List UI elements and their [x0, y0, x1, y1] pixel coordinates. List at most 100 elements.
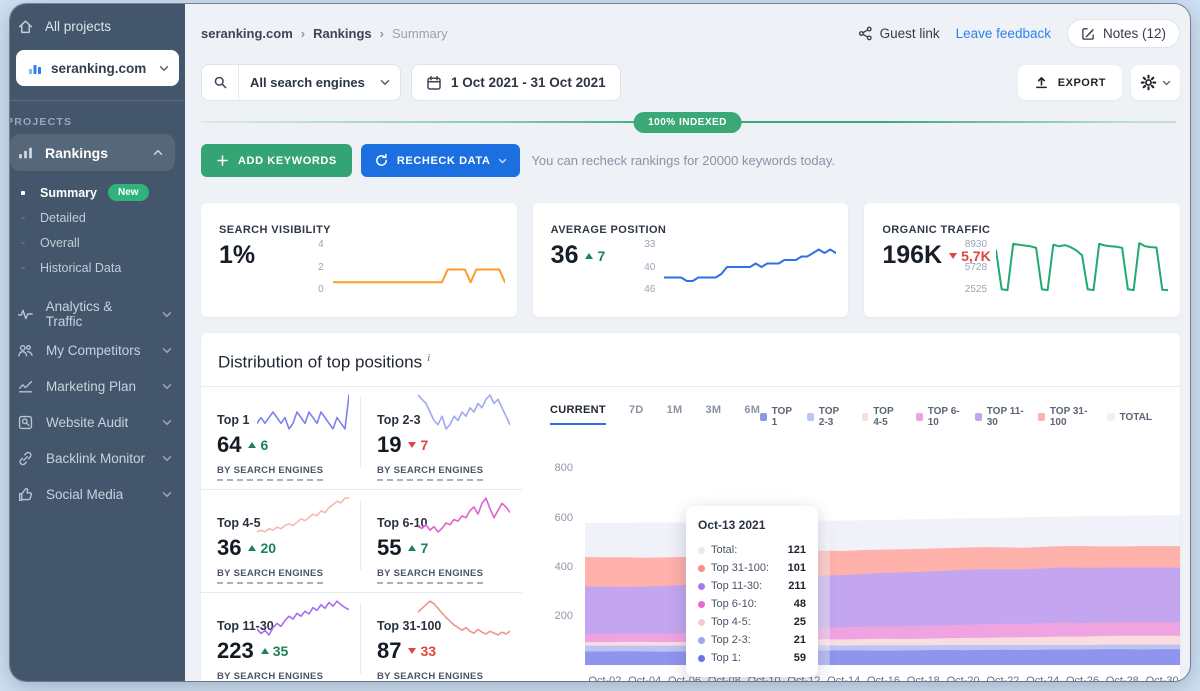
chevron-down-icon	[162, 419, 172, 426]
legend-top-6-10[interactable]: TOP 6-10	[916, 406, 962, 428]
x-axis-label: Oct-24	[1026, 675, 1059, 681]
sidebar-item-my-competitors[interactable]: My Competitors	[10, 332, 185, 368]
by-search-engines-link[interactable]: BY SEARCH ENGINES	[377, 568, 483, 584]
y-axis-label: 800	[535, 462, 573, 474]
chevron-down-icon	[162, 347, 172, 354]
sidebar-divider	[10, 100, 185, 101]
settings-button[interactable]	[1131, 65, 1180, 100]
by-search-engines-link[interactable]: BY SEARCH ENGINES	[217, 465, 323, 481]
tile-delta: 6	[248, 437, 268, 453]
sidebar-item-detailed[interactable]: Detailed	[10, 205, 185, 230]
sparkline-block: 420	[298, 239, 505, 295]
x-axis-label: Oct-20	[947, 675, 980, 681]
add-keywords-label: ADD KEYWORDS	[238, 155, 337, 167]
legend-top-31-100[interactable]: TOP 31-100	[1038, 406, 1093, 428]
tile-top-2-3: Top 2-3 19 7 BY SEARCH ENGINES	[361, 387, 522, 490]
top-1-sparkline	[257, 390, 349, 434]
website-audit-icon	[17, 414, 34, 431]
card-title: AVERAGE POSITION	[551, 224, 667, 236]
date-range-picker[interactable]: 1 Oct 2021 - 31 Oct 2021	[411, 64, 621, 101]
tile-value: 87 33	[377, 638, 512, 664]
x-axis-label: Oct-08	[708, 675, 741, 681]
sidebar-item-analytics-traffic[interactable]: Analytics & Traffic	[10, 296, 185, 332]
menu-label: Marketing Plan	[46, 379, 136, 394]
project-chart-icon	[27, 60, 43, 76]
sidebar-item-historical-data[interactable]: Historical Data	[10, 255, 185, 280]
card-delta: 7	[585, 248, 605, 264]
notes-button[interactable]: Notes (12)	[1067, 19, 1180, 48]
sidebar-item-website-audit[interactable]: Website Audit	[10, 404, 185, 440]
by-search-engines-link[interactable]: BY SEARCH ENGINES	[217, 671, 323, 681]
chart-period-tabs: CURRENT 7D 1M 3M 6M	[550, 404, 760, 425]
sidebar-item-backlink-monitor[interactable]: Backlink Monitor	[10, 440, 185, 476]
by-search-engines-link[interactable]: BY SEARCH ENGINES	[377, 671, 483, 681]
distribution-tiles: Top 1 64 6 BY SEARCH ENGINES Top 2-3 19 …	[201, 387, 522, 681]
leave-feedback-link[interactable]: Leave feedback	[956, 26, 1051, 41]
competitors-users-icon	[17, 342, 34, 359]
tile-value: 64 6	[217, 432, 351, 458]
chart-legend: TOP 1 TOP 2-3 TOP 4-5 TOP 6-10 TOP 11-30…	[760, 404, 1152, 428]
breadcrumb-separator: ›	[301, 26, 305, 41]
tab-6m[interactable]: 6M	[744, 404, 760, 425]
add-keywords-button[interactable]: ADD KEYWORDS	[201, 144, 352, 177]
top-11-30-sparkline	[257, 596, 349, 640]
tile-delta: 35	[261, 643, 289, 659]
tile-delta: 20	[248, 540, 276, 556]
tile-delta: 33	[408, 643, 436, 659]
sidebar-item-rankings[interactable]: Rankings	[10, 134, 175, 171]
x-axis-label: Oct-22	[986, 675, 1019, 681]
tab-1m[interactable]: 1M	[667, 404, 683, 425]
stacked-area-chart[interactable]	[585, 440, 1180, 665]
app-window: All projects seranking.com PROJECTS Rank…	[10, 4, 1190, 681]
by-search-engines-link[interactable]: BY SEARCH ENGINES	[217, 568, 323, 584]
search-engines-select[interactable]: All search engines	[201, 64, 401, 101]
card-value: 36 7	[551, 241, 606, 270]
sidebar-item-overall[interactable]: Overall	[10, 230, 185, 255]
bullet-icon	[21, 267, 25, 269]
legend-top-4-5[interactable]: TOP 4-5	[862, 406, 903, 428]
sidebar-item-marketing-plan[interactable]: Marketing Plan	[10, 368, 185, 404]
home-icon	[17, 18, 34, 35]
tab-3m[interactable]: 3M	[705, 404, 721, 425]
detailed-label: Detailed	[40, 211, 86, 225]
historical-data-label: Historical Data	[40, 261, 121, 275]
tile-value: 55 7	[377, 535, 512, 561]
x-axis-label: Oct-06	[668, 675, 701, 681]
breadcrumb-rankings[interactable]: Rankings	[313, 26, 372, 41]
x-axis-label: Oct-02	[588, 675, 621, 681]
tab-7d[interactable]: 7D	[629, 404, 644, 425]
y-axis-label: 400	[535, 561, 573, 573]
guest-link-button[interactable]: Guest link	[858, 26, 940, 41]
top-31-100-sparkline	[418, 596, 510, 640]
info-icon[interactable]: i	[427, 352, 430, 364]
analytics-waveform-icon	[17, 306, 34, 323]
chart-header: CURRENT 7D 1M 3M 6M TOP 1 TOP 2-3 TOP 4-…	[535, 387, 1180, 428]
all-projects-label: All projects	[45, 19, 111, 34]
breadcrumb-project[interactable]: seranking.com	[201, 26, 293, 41]
distribution-card: Distribution of top positionsi Top 1 64 …	[201, 333, 1180, 681]
overall-label: Overall	[40, 236, 80, 250]
chevron-up-icon	[153, 149, 163, 156]
y-axis-label: 600	[535, 512, 573, 524]
search-icon-box[interactable]	[202, 65, 239, 100]
organic-traffic-sparkline	[996, 239, 1168, 295]
recheck-data-button[interactable]: RECHECK DATA	[361, 144, 521, 177]
sidebar-item-social-media[interactable]: Social Media	[10, 476, 185, 512]
legend-top-11-30[interactable]: TOP 11-30	[975, 406, 1025, 428]
top-2-3-sparkline	[418, 390, 510, 434]
legend-total[interactable]: TOTAL	[1107, 412, 1152, 423]
by-search-engines-link[interactable]: BY SEARCH ENGINES	[377, 465, 483, 481]
tab-current[interactable]: CURRENT	[550, 404, 606, 425]
legend-top-1[interactable]: TOP 1	[760, 406, 794, 428]
export-button[interactable]: EXPORT	[1018, 65, 1122, 100]
menu-label: Website Audit	[46, 415, 128, 430]
chevron-down-icon	[159, 65, 169, 72]
all-projects-link[interactable]: All projects	[10, 4, 185, 45]
legend-top-2-3[interactable]: TOP 2-3	[807, 406, 848, 428]
sidebar-item-summary[interactable]: Summary New	[10, 180, 185, 205]
rankings-label: Rankings	[45, 145, 108, 161]
sparkline-ticks: 420	[298, 239, 324, 295]
search-visibility-sparkline	[333, 239, 505, 295]
bullet-icon	[21, 242, 25, 244]
project-selector[interactable]: seranking.com	[16, 50, 179, 86]
